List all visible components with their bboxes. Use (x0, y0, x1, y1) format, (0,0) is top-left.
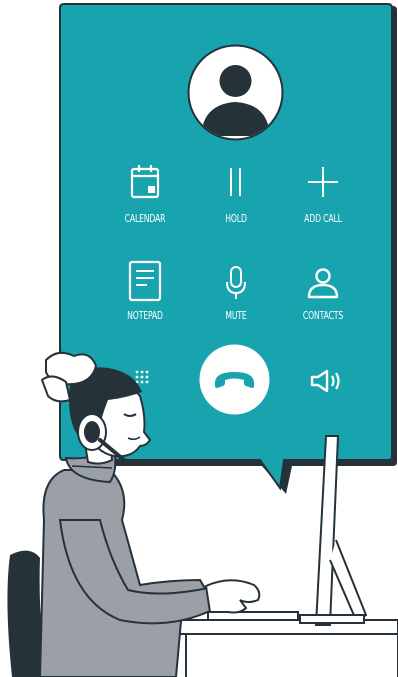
woman-with-headset-illustration (7, 351, 398, 677)
